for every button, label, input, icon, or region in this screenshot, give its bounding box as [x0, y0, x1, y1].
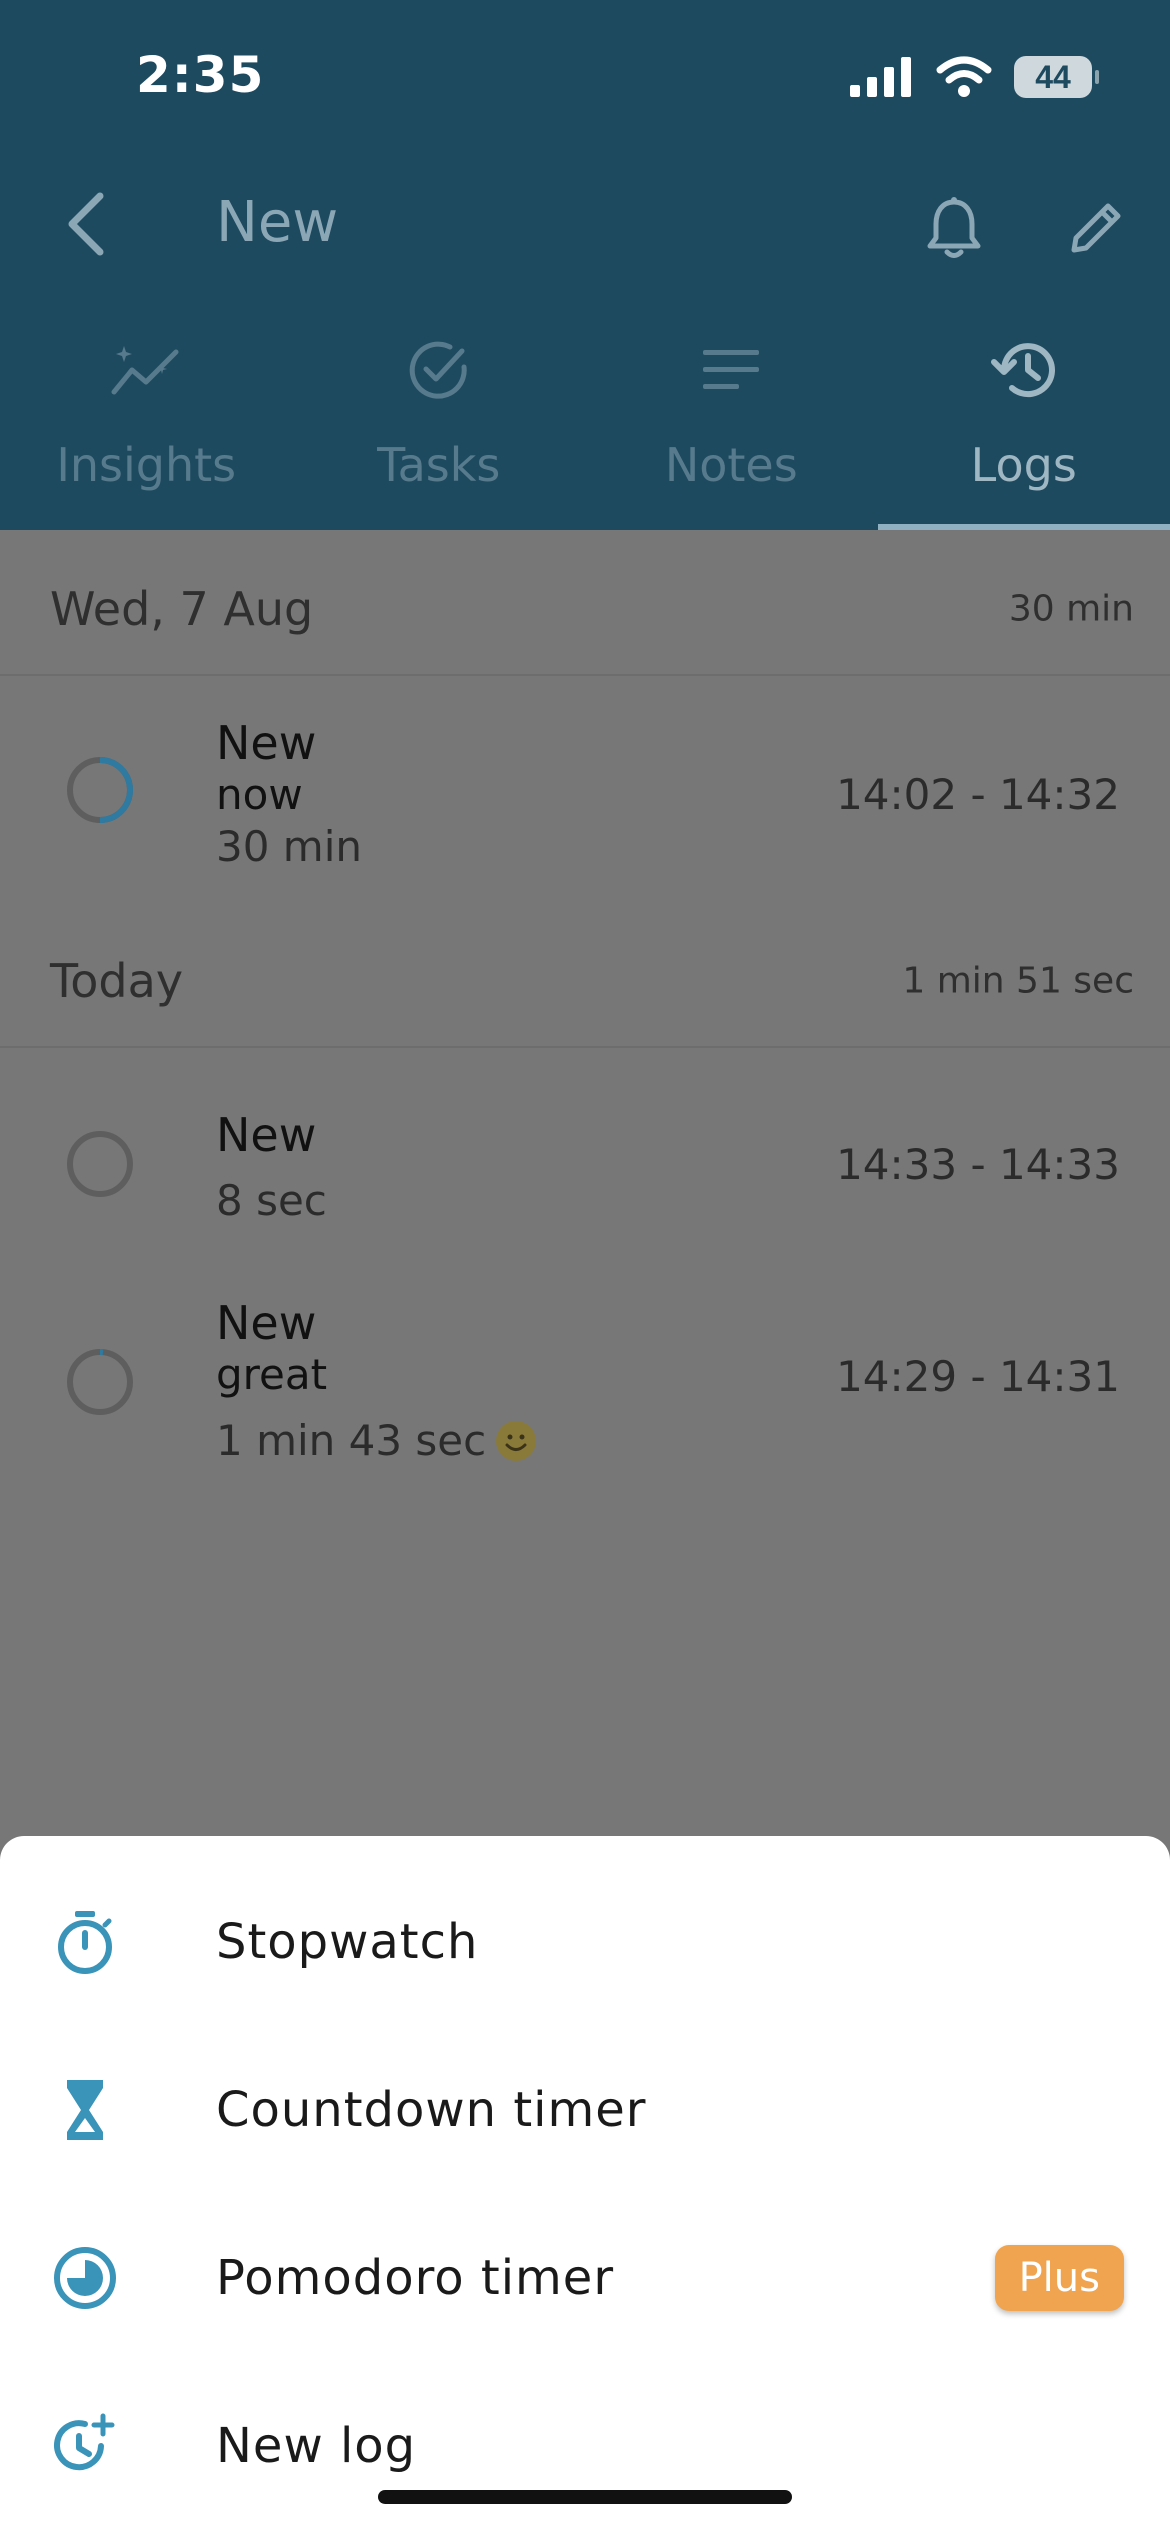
stopwatch-icon [58, 1911, 112, 1974]
smile-emoji-icon [496, 1421, 537, 1461]
log-duration: 8 sec [216, 1176, 327, 1225]
progress-ring-icon [67, 1349, 133, 1415]
tab-label: Logs [970, 438, 1077, 492]
app-screen: 2:35 44 New Insights Tasks Notes Logs We… [0, 0, 1170, 2532]
sheet-item-pomodoro[interactable]: Pomodoro timer Plus [0, 2194, 1170, 2362]
section-total: 30 min [1008, 588, 1134, 630]
log-item[interactable]: New 8 sec 14:33 - 14:33 [0, 1048, 1170, 1234]
log-time-range: 14:02 - 14:32 [836, 770, 1120, 819]
log-title: New [216, 1108, 317, 1162]
tab-insights[interactable]: Insights [0, 330, 293, 530]
log-duration-text: 1 min 43 sec [216, 1416, 487, 1465]
section-header: Today 1 min 51 sec [0, 916, 1170, 1048]
log-time-range: 14:29 - 14:31 [836, 1352, 1120, 1401]
log-time-range: 14:33 - 14:33 [836, 1140, 1120, 1189]
status-icons: 44 [850, 52, 1099, 102]
plus-badge: Plus [994, 2245, 1124, 2311]
sheet-item-label: Pomodoro timer [216, 2250, 615, 2306]
tab-notes[interactable]: Notes [585, 330, 878, 530]
section-header: Wed, 7 Aug 30 min [0, 544, 1170, 676]
section-title: Today [50, 954, 184, 1008]
back-chevron-icon [68, 192, 104, 256]
log-duration: 30 min [216, 822, 362, 871]
sheet-item-new-log[interactable]: New log [0, 2362, 1170, 2530]
status-time: 2:35 [136, 46, 265, 104]
hourglass-icon [67, 2080, 103, 2140]
tab-tasks[interactable]: Tasks [293, 330, 586, 530]
add-timer-sheet: Stopwatch Countdown timer Pomodoro timer… [0, 1836, 1170, 2532]
wifi-icon [936, 56, 992, 97]
pomodoro-icon [54, 2247, 116, 2309]
home-indicator [378, 2490, 792, 2504]
notes-icon [703, 350, 760, 389]
section-title: Wed, 7 Aug [50, 582, 314, 636]
log-title: New [216, 1296, 317, 1350]
progress-ring-icon [67, 1131, 133, 1197]
check-circle-icon [409, 341, 467, 399]
back-button[interactable] [56, 186, 116, 262]
log-note: now [216, 770, 303, 819]
log-title: New [216, 716, 317, 770]
insights-icon [111, 346, 179, 395]
bell-icon [927, 197, 981, 258]
section-total: 1 min 51 sec [902, 960, 1134, 1002]
edit-button[interactable] [1060, 192, 1132, 264]
sheet-item-label: Stopwatch [216, 1914, 479, 1970]
progress-ring-icon [67, 757, 133, 823]
tab-bar: Insights Tasks Notes Logs [0, 330, 1170, 530]
signal-icon [850, 57, 911, 97]
log-item[interactable]: New great 1 min 43 sec 14:29 - 14:31 [0, 1268, 1170, 1468]
history-icon [990, 343, 1055, 398]
log-note: great [216, 1350, 328, 1399]
battery-level: 44 [1035, 58, 1071, 95]
notifications-button[interactable] [918, 192, 990, 264]
tab-label: Tasks [377, 438, 501, 492]
battery-icon: 44 [1014, 56, 1099, 98]
pencil-icon [1071, 203, 1121, 253]
log-duration: 1 min 43 sec [216, 1416, 537, 1465]
sheet-item-countdown[interactable]: Countdown timer [0, 2026, 1170, 2194]
tab-logs[interactable]: Logs [877, 330, 1170, 530]
log-item[interactable]: New now 30 min 14:02 - 14:32 [0, 676, 1170, 916]
sheet-item-label: New log [216, 2418, 417, 2474]
clock-plus-icon [54, 2413, 115, 2471]
sheet-item-stopwatch[interactable]: Stopwatch [0, 1858, 1170, 2026]
header: 2:35 44 New Insights Tasks Notes Logs [0, 0, 1170, 530]
tab-label: Notes [664, 438, 798, 492]
page-title: New [216, 190, 339, 255]
tab-label: Insights [56, 438, 237, 492]
sheet-item-label: Countdown timer [216, 2082, 647, 2138]
